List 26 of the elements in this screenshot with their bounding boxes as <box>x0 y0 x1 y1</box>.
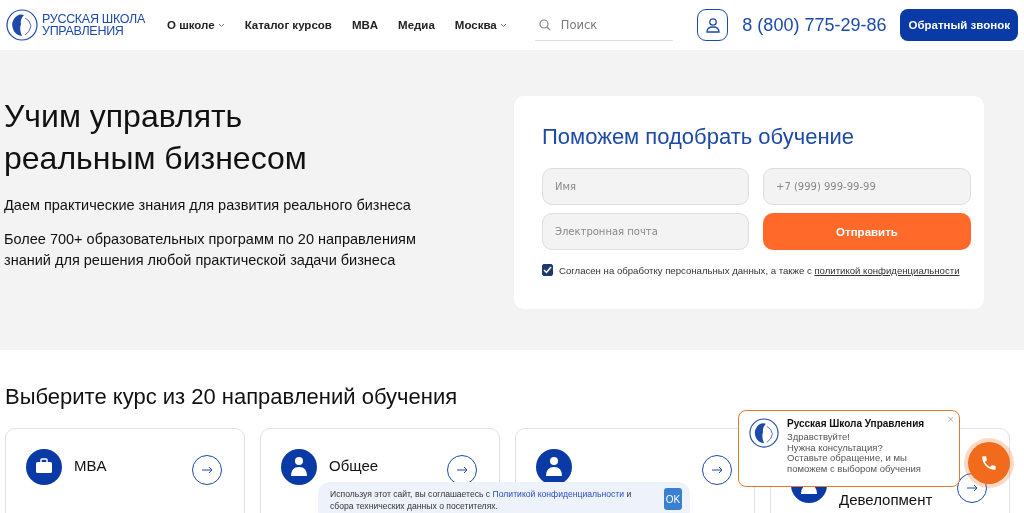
logo-text: РУССКАЯ ШКОЛА УПРАВЛЕНИЯ <box>42 13 145 37</box>
consent-text: Согласен на обработку персональных данных, а также с политикой конфиденциальности <box>559 264 960 276</box>
nav-link[interactable]: Медиа <box>398 19 435 31</box>
nav-link[interactable]: О школе <box>167 19 225 31</box>
course-card[interactable]: MBA <box>5 428 245 513</box>
course-title: Общее <box>329 457 380 474</box>
input-field[interactable]: Имя <box>542 168 749 205</box>
hero-text: Более 700+ образовательных программ по 20 направлениям знаний для решения любой практической задачи бизнеса <box>4 230 417 270</box>
ok-button[interactable]: OK <box>664 488 682 510</box>
chat-message: Здравствуйте! Нужна консультация? Оставьте обращение, и мы поможем с выбором обучения <box>787 432 922 474</box>
course-title: MBA <box>74 457 108 474</box>
hero-lead: Даем практические знания для развития реального бизнеса <box>4 197 412 213</box>
callback-button[interactable]: Обратный звонок <box>900 9 1018 41</box>
chat-name: Русская Школа Управления <box>787 418 925 429</box>
course-title: Девелопмент <box>839 491 934 508</box>
form-title: Поможем подобрать обучение <box>542 124 856 150</box>
privacy-link[interactable]: политикой конфиденциальности <box>814 264 960 276</box>
search-field[interactable]: Поиск <box>558 16 659 33</box>
nav-link[interactable]: MBA <box>351 19 379 31</box>
input-field[interactable]: Электронная почта <box>542 213 749 250</box>
phone-number[interactable]: 8 (800) 775-29-86 <box>742 14 887 36</box>
nav-link[interactable]: Каталог курсов <box>244 19 332 31</box>
input-field[interactable]: +7 (999) 999-99-99 <box>763 168 971 205</box>
section-title: Выберите курс из 20 направлений обучения <box>5 384 459 410</box>
nav-link[interactable]: Москва <box>454 19 507 31</box>
hero-title: Учим управлять реальным бизнесом <box>4 97 308 178</box>
